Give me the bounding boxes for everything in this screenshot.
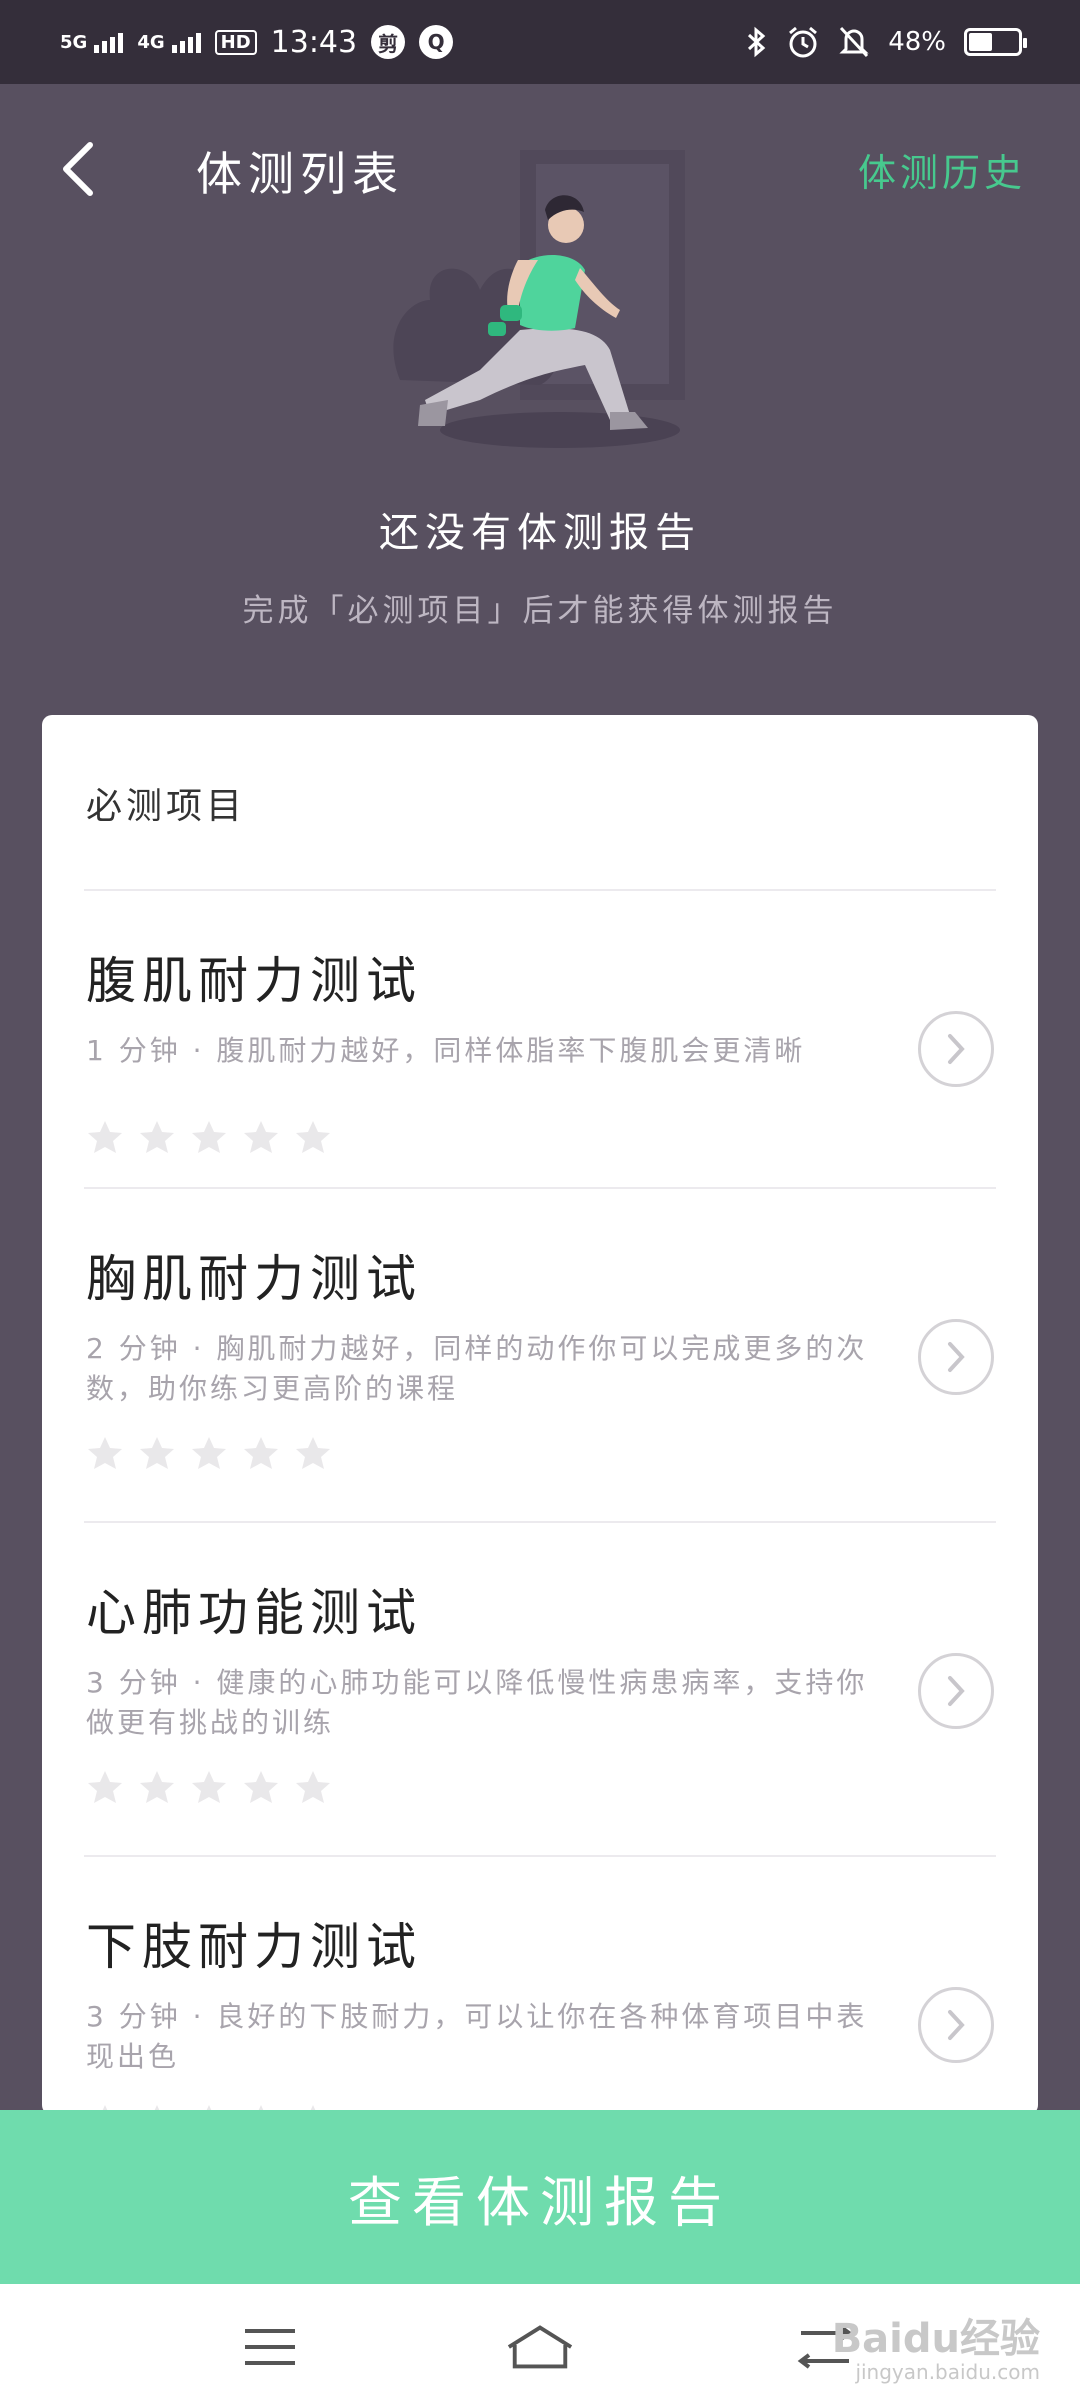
open-test-button[interactable]	[918, 1011, 994, 1087]
network-label-4g: 4G	[137, 31, 165, 53]
alarm-icon	[789, 26, 818, 58]
star-icon	[192, 1121, 226, 1153]
test-description: 2 分钟 · 胸肌耐力越好，同样的动作你可以完成更多的次数，助你练习更高阶的课程	[86, 1332, 868, 1405]
status-left: 5G 4G HD 13:43 剪 Q	[60, 18, 454, 66]
star-icon	[296, 1437, 330, 1469]
history-link[interactable]: 体测历史	[858, 142, 1026, 197]
network-label-5g: 5G	[60, 31, 88, 53]
rating-stars	[86, 1119, 332, 1157]
baidu-watermark: Baidu经验	[831, 2316, 1040, 2362]
chevron-right-icon	[948, 1034, 965, 1064]
capcut-icon: 剪	[371, 25, 406, 59]
chevron-right-icon	[948, 2010, 965, 2040]
test-title: 心肺功能测试	[86, 1584, 422, 1642]
view-report-button[interactable]: 查看体测报告	[0, 2110, 1080, 2284]
back-button[interactable]	[48, 134, 108, 204]
star-icon	[140, 1437, 174, 1469]
test-item-cardio[interactable]: 心肺功能测试 3 分钟 · 健康的心肺功能可以降低慢性病患病率，支持你做更有挑战…	[42, 1523, 1038, 1855]
status-right: 48%	[746, 18, 1027, 66]
empty-state-title: 还没有体测报告	[379, 510, 701, 556]
test-description: 3 分钟 · 良好的下肢耐力，可以让你在各种体育项目中表现出色	[86, 2000, 868, 2073]
rating-stars	[86, 1769, 332, 1807]
signal-4g-icon: 4G	[137, 31, 201, 53]
section-heading: 必测项目	[86, 786, 247, 827]
star-icon	[244, 1771, 278, 1803]
test-description: 1 分钟 · 腹肌耐力越好，同样体脂率下腹肌会更清晰	[86, 1034, 806, 1067]
signal-5g-icon: 5G	[60, 31, 124, 53]
chevron-right-icon	[948, 1676, 965, 1706]
star-icon	[192, 1437, 226, 1469]
hd-icon: HD	[214, 29, 257, 55]
battery-icon	[964, 28, 1027, 56]
empty-state-subtitle: 完成「必测项目」后才能获得体测报告	[242, 593, 838, 629]
battery-level	[969, 33, 992, 51]
mute-bell-icon	[839, 26, 869, 58]
star-icon	[296, 1121, 330, 1153]
star-icon	[192, 1771, 226, 1803]
menu-button[interactable]	[235, 2312, 305, 2382]
qq-browser-icon: Q	[419, 25, 454, 59]
clock: 13:43	[270, 24, 358, 60]
test-title: 腹肌耐力测试	[86, 952, 422, 1010]
star-icon	[88, 1121, 122, 1153]
status-bar: 5G 4G HD 13:43 剪 Q 48%	[0, 0, 1080, 84]
test-item-chest[interactable]: 胸肌耐力测试 2 分钟 · 胸肌耐力越好，同样的动作你可以完成更多的次数，助你练…	[42, 1189, 1038, 1521]
system-nav-bar: Baidu经验 jingyan.baidu.com	[0, 2284, 1080, 2408]
open-test-button[interactable]	[918, 1653, 994, 1729]
rating-stars	[86, 1435, 332, 1473]
home-icon	[507, 2325, 573, 2369]
required-tests-card: 必测项目 腹肌耐力测试 1 分钟 · 腹肌耐力越好，同样体脂率下腹肌会更清晰 胸…	[42, 715, 1038, 2115]
star-icon	[296, 1771, 330, 1803]
chevron-right-icon	[948, 1342, 965, 1372]
baidu-watermark-url: jingyan.baidu.com	[855, 2360, 1040, 2384]
menu-icon	[245, 2329, 295, 2365]
star-icon	[244, 1121, 278, 1153]
open-test-button[interactable]	[918, 1987, 994, 2063]
workout-illustration	[393, 150, 685, 448]
test-item-abs[interactable]: 腹肌耐力测试 1 分钟 · 腹肌耐力越好，同样体脂率下腹肌会更清晰	[42, 891, 1038, 1223]
star-icon	[88, 1437, 122, 1469]
test-title: 胸肌耐力测试	[86, 1250, 422, 1308]
bluetooth-icon	[748, 26, 766, 58]
test-description: 3 分钟 · 健康的心肺功能可以降低慢性病患病率，支持你做更有挑战的训练	[86, 1666, 868, 1739]
chevron-left-icon	[63, 142, 93, 196]
open-test-button[interactable]	[918, 1319, 994, 1395]
test-item-legs[interactable]: 下肢耐力测试 3 分钟 · 良好的下肢耐力，可以让你在各种体育项目中表现出色	[42, 1857, 1038, 2115]
star-icon	[140, 1121, 174, 1153]
test-title: 下肢耐力测试	[86, 1918, 422, 1976]
star-icon	[244, 1437, 278, 1469]
star-icon	[88, 1771, 122, 1803]
battery-percent: 48%	[888, 27, 946, 57]
star-icon	[140, 1771, 174, 1803]
home-button[interactable]	[505, 2312, 575, 2382]
